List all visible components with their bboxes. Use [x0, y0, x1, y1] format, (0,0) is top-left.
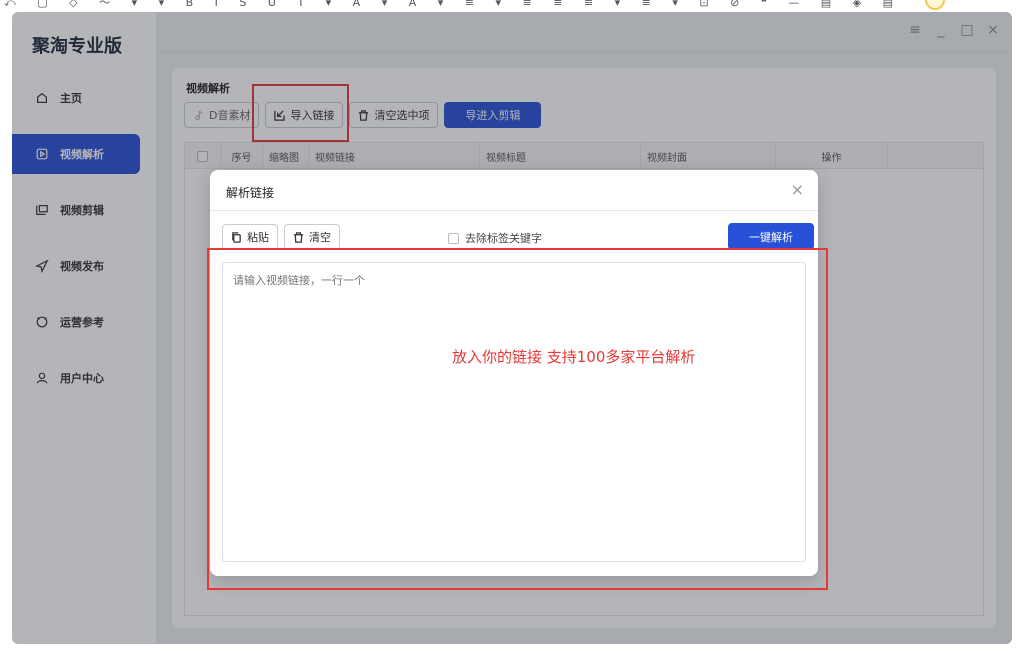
trash-icon: [293, 231, 304, 243]
remove-tags-checkbox[interactable]: [448, 232, 459, 244]
top-cropped-toolbar: ⤺ ▢ ◇ 〜 ▾ ▾ B I S U T ▾ A ▾ A ▾ ≡ ▾ ≡ ≡ …: [0, 0, 1024, 12]
dialog-title: 解析链接: [226, 186, 275, 200]
cropped-toolbar-glyphs: ⤺ ▢ ◇ 〜 ▾ ▾ B I S U T ▾ A ▾ A ▾ ≡ ▾ ≡ ≡ …: [4, 0, 902, 9]
dialog-toolbar: 粘贴 清空: [222, 224, 340, 250]
sun-icon: [925, 0, 945, 10]
clear-button[interactable]: 清空: [284, 224, 340, 250]
annotation-text: 放入你的链接 支持100多家平台解析: [452, 348, 696, 366]
annotation-highlight-textarea: [207, 248, 828, 590]
remove-tags-option[interactable]: 去除标签关键字: [448, 230, 542, 246]
one-click-parse-button[interactable]: 一键解析: [728, 223, 814, 250]
close-icon[interactable]: ×: [791, 180, 804, 199]
copy-icon: [232, 231, 241, 243]
remove-tags-label: 去除标签关键字: [465, 232, 542, 245]
dialog-header: 解析链接 ×: [210, 170, 818, 211]
paste-button[interactable]: 粘贴: [222, 224, 278, 250]
